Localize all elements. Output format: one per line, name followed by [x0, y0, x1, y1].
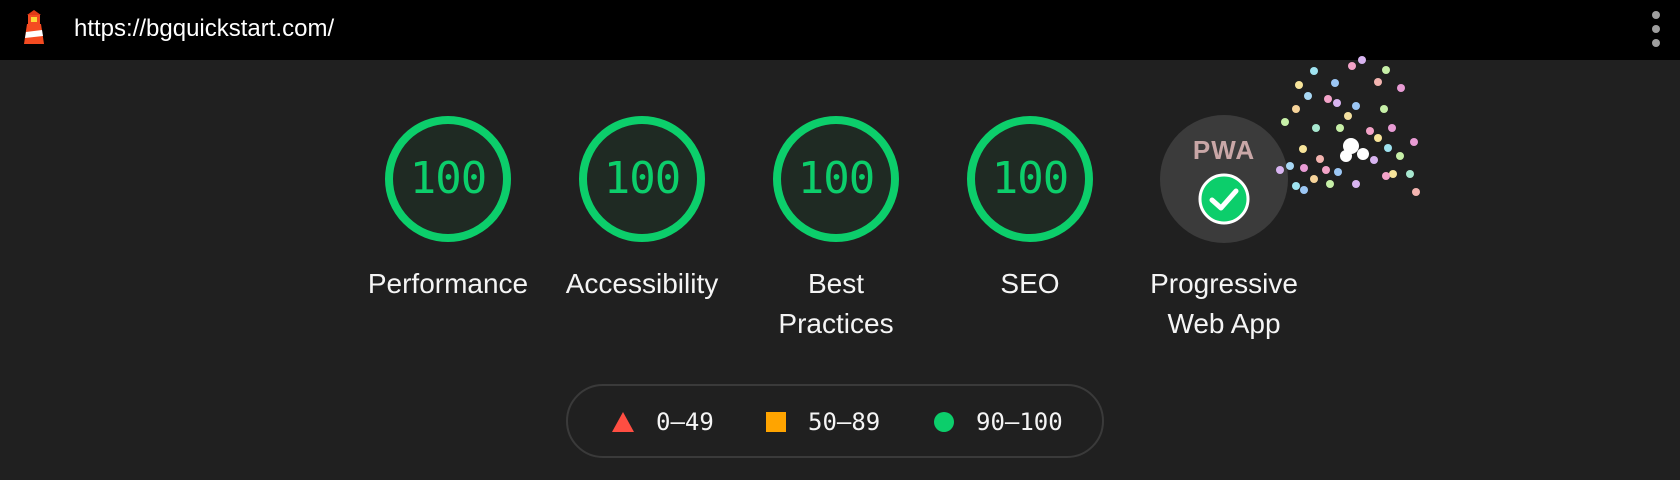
legend-range: 90–100	[976, 408, 1063, 436]
legend-range: 0–49	[656, 408, 714, 436]
square-icon	[766, 412, 786, 432]
score-value: 100	[991, 153, 1069, 204]
gauge-label-seo: SEO	[1000, 268, 1060, 299]
confetti-decoration	[1276, 56, 1420, 196]
legend-item-fail: 0–49	[612, 406, 714, 438]
top-bar: https://bgquickstart.com/	[0, 0, 1680, 60]
gauge-label-performance: Performance	[367, 268, 529, 299]
legend-item-pass: 90–100	[934, 406, 1063, 438]
gauge-performance[interactable]: 100	[384, 115, 512, 243]
legend-item-average: 50–89	[766, 406, 880, 438]
label-line: Web App	[1167, 308, 1281, 339]
label-line: Progressive	[1150, 268, 1298, 299]
page-url[interactable]: https://bgquickstart.com/	[74, 14, 334, 44]
gauge-label-best-practices: Best Practices	[741, 264, 931, 344]
score-value: 100	[797, 153, 875, 204]
legend-range: 50–89	[808, 408, 881, 436]
label-line: Best	[807, 268, 865, 299]
lighthouse-icon	[24, 10, 44, 44]
pwa-logo: PWA	[1192, 135, 1256, 165]
score-legend: 0–49 50–89 90–100	[566, 384, 1104, 458]
gauge-pwa[interactable]: PWA	[1160, 115, 1288, 243]
gauge-label-accessibility: Accessibility	[565, 268, 719, 299]
score-value: 100	[603, 153, 681, 204]
check-circle-icon	[1198, 173, 1250, 225]
more-vertical-icon[interactable]	[1644, 9, 1668, 49]
circle-icon	[934, 412, 954, 432]
gauge-accessibility[interactable]: 100	[578, 115, 706, 243]
gauge-label-pwa: Progressive Web App	[1129, 264, 1319, 344]
triangle-icon	[612, 412, 634, 432]
score-value: 100	[409, 153, 487, 204]
label-line: Practices	[778, 308, 894, 339]
gauge-best-practices[interactable]: 100	[772, 115, 900, 243]
gauge-seo[interactable]: 100	[966, 115, 1094, 243]
